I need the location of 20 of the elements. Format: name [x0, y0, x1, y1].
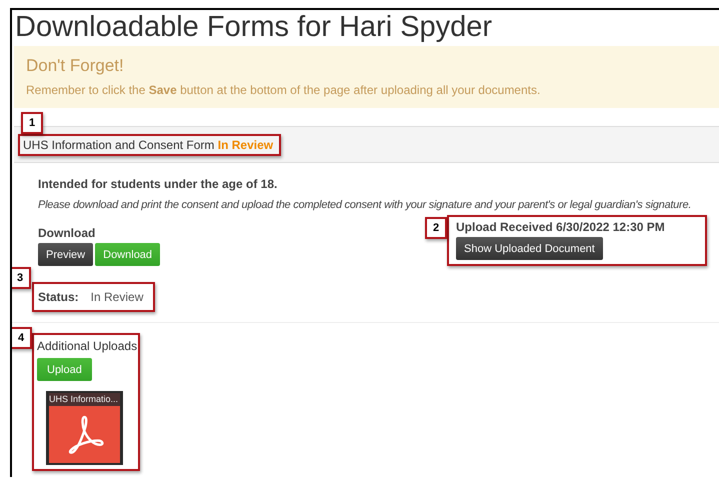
- callout-number: 4: [12, 327, 32, 349]
- alert-message: Remember to click the Save button at the bottom of the page after uploading all your documents.: [26, 83, 542, 97]
- show-uploaded-document-button[interactable]: Show Uploaded Document: [456, 237, 603, 260]
- page-title: Downloadable Forms for Hari Spyder: [14, 10, 494, 44]
- status-label: Status:: [38, 290, 79, 304]
- pdf-icon: [49, 406, 120, 463]
- additional-uploads-heading: Additional Uploads: [37, 339, 135, 353]
- callout-number: 2: [425, 217, 447, 239]
- callout-number: 3: [12, 267, 31, 289]
- download-heading: Download: [38, 226, 96, 240]
- status-value: In Review: [90, 290, 144, 304]
- download-action-button[interactable]: Preview: [38, 243, 94, 266]
- alert-heading: Don't Forget!: [26, 56, 125, 76]
- audience-note: Intended for students under the age of 18.: [38, 177, 278, 191]
- pdf-file-thumbnail[interactable]: UHS Informatio...: [46, 391, 123, 465]
- instructions-text: Please download and print the consent and upload the completed consent with your signature and your parent's or legal guardian's signature.: [38, 199, 692, 211]
- file-name: UHS Informatio...: [49, 393, 120, 406]
- upload-received-text: Upload Received 6/30/2022 12:30 PM: [456, 220, 665, 234]
- form-title: UHS Information and Consent Form In Review: [23, 138, 274, 152]
- callout-number: 1: [21, 112, 43, 134]
